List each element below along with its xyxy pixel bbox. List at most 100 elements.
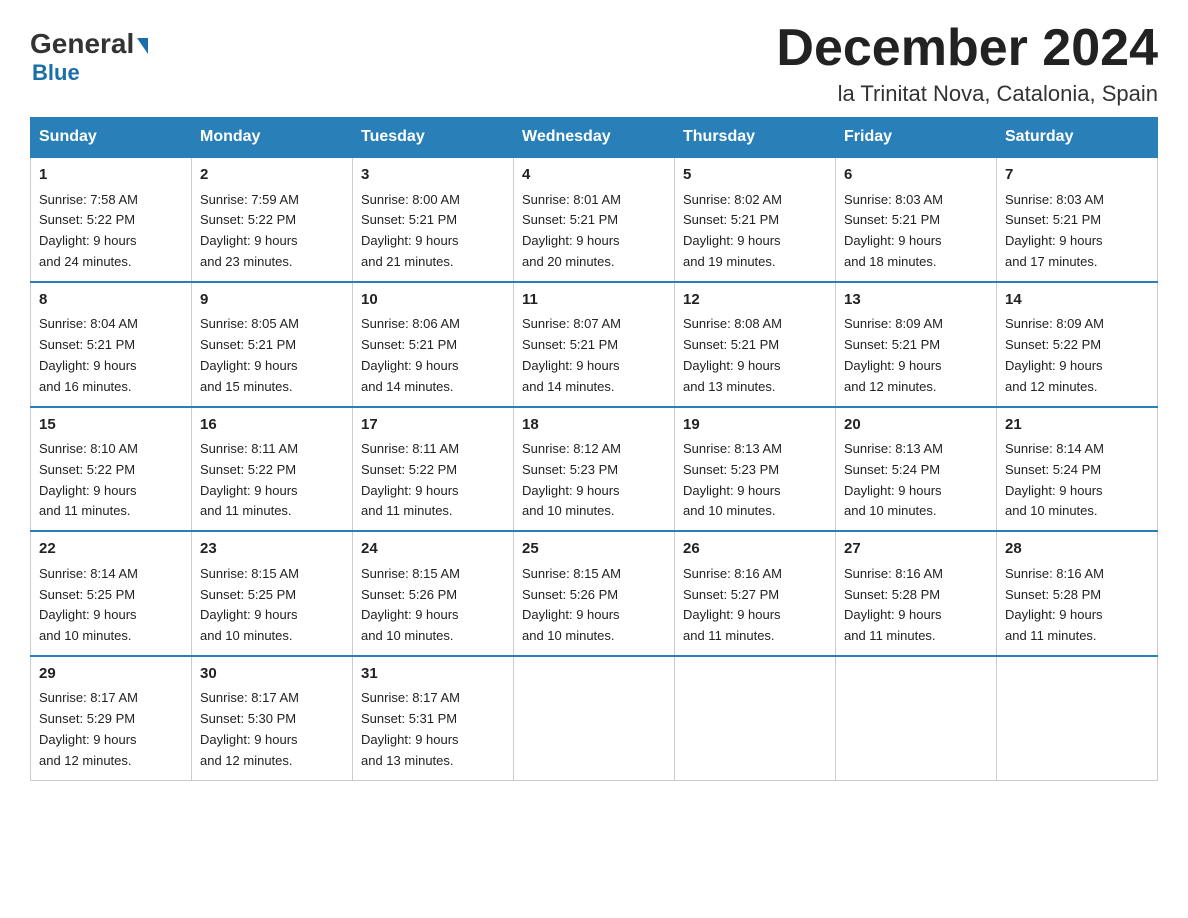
day-info: Sunrise: 8:17 AMSunset: 5:29 PMDaylight:… <box>39 690 138 767</box>
table-row: 18 Sunrise: 8:12 AMSunset: 5:23 PMDaylig… <box>514 407 675 532</box>
table-row: 22 Sunrise: 8:14 AMSunset: 5:25 PMDaylig… <box>31 531 192 656</box>
day-info: Sunrise: 8:07 AMSunset: 5:21 PMDaylight:… <box>522 316 621 393</box>
calendar-week-row: 22 Sunrise: 8:14 AMSunset: 5:25 PMDaylig… <box>31 531 1158 656</box>
table-row: 1 Sunrise: 7:58 AMSunset: 5:22 PMDayligh… <box>31 157 192 282</box>
calendar-table: Sunday Monday Tuesday Wednesday Thursday… <box>30 117 1158 780</box>
day-number: 17 <box>361 414 505 437</box>
day-number: 14 <box>1005 289 1149 312</box>
day-number: 2 <box>200 164 344 187</box>
logo-triangle-icon <box>137 38 148 54</box>
table-row: 2 Sunrise: 7:59 AMSunset: 5:22 PMDayligh… <box>192 157 353 282</box>
day-number: 26 <box>683 538 827 561</box>
table-row: 27 Sunrise: 8:16 AMSunset: 5:28 PMDaylig… <box>836 531 997 656</box>
day-number: 8 <box>39 289 183 312</box>
day-info: Sunrise: 7:58 AMSunset: 5:22 PMDaylight:… <box>39 192 138 269</box>
table-row: 23 Sunrise: 8:15 AMSunset: 5:25 PMDaylig… <box>192 531 353 656</box>
day-info: Sunrise: 8:16 AMSunset: 5:28 PMDaylight:… <box>844 566 943 643</box>
table-row: 26 Sunrise: 8:16 AMSunset: 5:27 PMDaylig… <box>675 531 836 656</box>
day-number: 1 <box>39 164 183 187</box>
table-row: 15 Sunrise: 8:10 AMSunset: 5:22 PMDaylig… <box>31 407 192 532</box>
table-row <box>514 656 675 780</box>
day-number: 11 <box>522 289 666 312</box>
day-info: Sunrise: 8:05 AMSunset: 5:21 PMDaylight:… <box>200 316 299 393</box>
day-number: 28 <box>1005 538 1149 561</box>
day-number: 22 <box>39 538 183 561</box>
title-section: December 2024 la Trinitat Nova, Cataloni… <box>776 20 1158 107</box>
day-number: 20 <box>844 414 988 437</box>
day-info: Sunrise: 8:04 AMSunset: 5:21 PMDaylight:… <box>39 316 138 393</box>
day-number: 24 <box>361 538 505 561</box>
day-info: Sunrise: 8:08 AMSunset: 5:21 PMDaylight:… <box>683 316 782 393</box>
day-info: Sunrise: 8:10 AMSunset: 5:22 PMDaylight:… <box>39 441 138 518</box>
table-row: 14 Sunrise: 8:09 AMSunset: 5:22 PMDaylig… <box>997 282 1158 407</box>
day-number: 31 <box>361 663 505 686</box>
col-tuesday: Tuesday <box>353 118 514 158</box>
day-info: Sunrise: 8:14 AMSunset: 5:25 PMDaylight:… <box>39 566 138 643</box>
table-row: 4 Sunrise: 8:01 AMSunset: 5:21 PMDayligh… <box>514 157 675 282</box>
col-saturday: Saturday <box>997 118 1158 158</box>
day-number: 3 <box>361 164 505 187</box>
table-row: 20 Sunrise: 8:13 AMSunset: 5:24 PMDaylig… <box>836 407 997 532</box>
day-info: Sunrise: 8:14 AMSunset: 5:24 PMDaylight:… <box>1005 441 1104 518</box>
day-number: 10 <box>361 289 505 312</box>
day-number: 15 <box>39 414 183 437</box>
day-info: Sunrise: 8:15 AMSunset: 5:26 PMDaylight:… <box>361 566 460 643</box>
col-wednesday: Wednesday <box>514 118 675 158</box>
table-row: 25 Sunrise: 8:15 AMSunset: 5:26 PMDaylig… <box>514 531 675 656</box>
day-info: Sunrise: 8:15 AMSunset: 5:25 PMDaylight:… <box>200 566 299 643</box>
day-number: 25 <box>522 538 666 561</box>
day-number: 27 <box>844 538 988 561</box>
location-title: la Trinitat Nova, Catalonia, Spain <box>776 81 1158 107</box>
table-row: 11 Sunrise: 8:07 AMSunset: 5:21 PMDaylig… <box>514 282 675 407</box>
table-row: 16 Sunrise: 8:11 AMSunset: 5:22 PMDaylig… <box>192 407 353 532</box>
col-monday: Monday <box>192 118 353 158</box>
day-number: 18 <box>522 414 666 437</box>
day-number: 30 <box>200 663 344 686</box>
day-info: Sunrise: 8:02 AMSunset: 5:21 PMDaylight:… <box>683 192 782 269</box>
table-row: 8 Sunrise: 8:04 AMSunset: 5:21 PMDayligh… <box>31 282 192 407</box>
table-row: 3 Sunrise: 8:00 AMSunset: 5:21 PMDayligh… <box>353 157 514 282</box>
calendar-week-row: 15 Sunrise: 8:10 AMSunset: 5:22 PMDaylig… <box>31 407 1158 532</box>
logo-general: General <box>30 30 134 58</box>
table-row: 6 Sunrise: 8:03 AMSunset: 5:21 PMDayligh… <box>836 157 997 282</box>
day-info: Sunrise: 8:03 AMSunset: 5:21 PMDaylight:… <box>844 192 943 269</box>
calendar-week-row: 29 Sunrise: 8:17 AMSunset: 5:29 PMDaylig… <box>31 656 1158 780</box>
day-info: Sunrise: 8:06 AMSunset: 5:21 PMDaylight:… <box>361 316 460 393</box>
day-number: 13 <box>844 289 988 312</box>
table-row: 19 Sunrise: 8:13 AMSunset: 5:23 PMDaylig… <box>675 407 836 532</box>
day-number: 23 <box>200 538 344 561</box>
day-info: Sunrise: 8:12 AMSunset: 5:23 PMDaylight:… <box>522 441 621 518</box>
table-row: 7 Sunrise: 8:03 AMSunset: 5:21 PMDayligh… <box>997 157 1158 282</box>
day-info: Sunrise: 8:13 AMSunset: 5:23 PMDaylight:… <box>683 441 782 518</box>
logo-blue: Blue <box>30 60 148 86</box>
day-number: 6 <box>844 164 988 187</box>
col-sunday: Sunday <box>31 118 192 158</box>
day-number: 19 <box>683 414 827 437</box>
table-row: 30 Sunrise: 8:17 AMSunset: 5:30 PMDaylig… <box>192 656 353 780</box>
table-row: 9 Sunrise: 8:05 AMSunset: 5:21 PMDayligh… <box>192 282 353 407</box>
day-number: 4 <box>522 164 666 187</box>
day-info: Sunrise: 8:17 AMSunset: 5:31 PMDaylight:… <box>361 690 460 767</box>
day-info: Sunrise: 8:13 AMSunset: 5:24 PMDaylight:… <box>844 441 943 518</box>
day-info: Sunrise: 8:16 AMSunset: 5:28 PMDaylight:… <box>1005 566 1104 643</box>
table-row <box>997 656 1158 780</box>
day-info: Sunrise: 8:03 AMSunset: 5:21 PMDaylight:… <box>1005 192 1104 269</box>
day-number: 29 <box>39 663 183 686</box>
page-header: General Blue December 2024 la Trinitat N… <box>30 20 1158 107</box>
day-info: Sunrise: 8:11 AMSunset: 5:22 PMDaylight:… <box>200 441 298 518</box>
day-info: Sunrise: 8:01 AMSunset: 5:21 PMDaylight:… <box>522 192 621 269</box>
day-number: 5 <box>683 164 827 187</box>
table-row: 24 Sunrise: 8:15 AMSunset: 5:26 PMDaylig… <box>353 531 514 656</box>
day-info: Sunrise: 7:59 AMSunset: 5:22 PMDaylight:… <box>200 192 299 269</box>
day-number: 16 <box>200 414 344 437</box>
day-info: Sunrise: 8:16 AMSunset: 5:27 PMDaylight:… <box>683 566 782 643</box>
day-number: 12 <box>683 289 827 312</box>
day-info: Sunrise: 8:17 AMSunset: 5:30 PMDaylight:… <box>200 690 299 767</box>
day-info: Sunrise: 8:09 AMSunset: 5:21 PMDaylight:… <box>844 316 943 393</box>
table-row: 5 Sunrise: 8:02 AMSunset: 5:21 PMDayligh… <box>675 157 836 282</box>
day-info: Sunrise: 8:09 AMSunset: 5:22 PMDaylight:… <box>1005 316 1104 393</box>
table-row <box>836 656 997 780</box>
table-row: 13 Sunrise: 8:09 AMSunset: 5:21 PMDaylig… <box>836 282 997 407</box>
col-friday: Friday <box>836 118 997 158</box>
day-number: 9 <box>200 289 344 312</box>
